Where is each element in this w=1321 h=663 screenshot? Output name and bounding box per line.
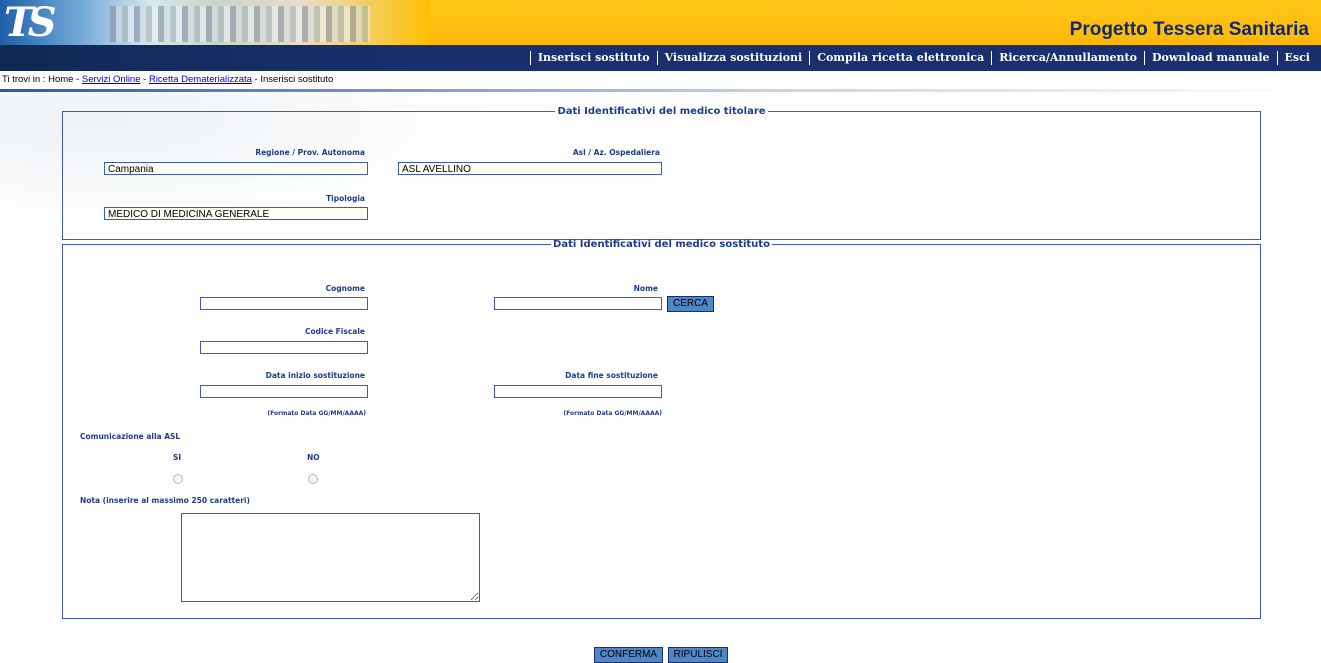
nav-inserisci-sostituto[interactable]: Inserisci sostituto bbox=[529, 51, 657, 65]
nav-esci[interactable]: Esci bbox=[1276, 51, 1317, 65]
main-nav: Inserisci sostituto Visualizza sostituzi… bbox=[0, 45, 1321, 71]
si-radio[interactable] bbox=[173, 474, 183, 484]
nav-ricerca-annullamento[interactable]: Ricerca/Annullamento bbox=[991, 51, 1144, 65]
nav-visualizza-sostituzioni[interactable]: Visualizza sostituzioni bbox=[656, 51, 810, 65]
site-title: Progetto Tessera Sanitaria bbox=[1069, 19, 1309, 40]
si-label: SI bbox=[173, 453, 182, 462]
no-label: NO bbox=[307, 453, 320, 462]
nome-input[interactable] bbox=[494, 297, 662, 310]
nota-label: Nota (inserire al massimo 250 caratteri) bbox=[80, 496, 250, 505]
breadcrumb-link-servizi-online[interactable]: Servizi Online bbox=[82, 74, 141, 85]
breadcrumb-link-ricetta-dematerializzata[interactable]: Ricetta Dematerializzata bbox=[149, 74, 252, 85]
regione-field[interactable]: Campania bbox=[104, 162, 368, 175]
data-inizio-label: Data inizio sostituzione bbox=[265, 371, 365, 380]
formato-fine-hint: (Formato Data GG/MM/AAAA) bbox=[563, 410, 662, 417]
nav-download-manuale[interactable]: Download manuale bbox=[1143, 51, 1277, 65]
ripulisci-button[interactable]: RIPULISCI bbox=[668, 647, 728, 663]
nota-textarea[interactable] bbox=[181, 513, 480, 602]
data-fine-label: Data fine sostituzione bbox=[565, 371, 658, 380]
legend-titolare: Dati Identificativi del medico titolare bbox=[557, 106, 766, 117]
asl-field[interactable]: ASL AVELLINO bbox=[398, 162, 662, 175]
legend-sostituto: Dati Identificativi del medico sostituto bbox=[553, 239, 770, 250]
codice-fiscale-label: Codice Fiscale bbox=[304, 327, 365, 336]
tipologia-label: Tipologia bbox=[326, 194, 365, 203]
cognome-input[interactable] bbox=[200, 297, 368, 310]
formato-inizio-hint: (Formato Data GG/MM/AAAA) bbox=[267, 410, 366, 417]
nome-label: Nome bbox=[633, 284, 658, 293]
breadcrumb: Ti trovi in : Home - Servizi Online - Ri… bbox=[2, 74, 334, 85]
nav-compila-ricetta[interactable]: Compila ricetta elettronica bbox=[809, 51, 991, 65]
no-radio[interactable] bbox=[308, 474, 318, 484]
tipologia-field[interactable]: MEDICO DI MEDICINA GENERALE bbox=[104, 207, 368, 220]
comunicazione-asl-label: Comunicazione alla ASL bbox=[80, 432, 181, 441]
regione-label: Regione / Prov. Autonoma bbox=[255, 148, 365, 157]
conferma-button[interactable]: CONFERMA bbox=[594, 647, 663, 663]
pharmacy-shelves-image bbox=[110, 6, 370, 42]
data-fine-input[interactable] bbox=[494, 385, 662, 398]
breadcrumb-current: Inserisci sostituto bbox=[260, 74, 334, 85]
ts-logo: TS bbox=[4, 0, 57, 46]
cognome-label: Cognome bbox=[325, 284, 365, 293]
data-inizio-input[interactable] bbox=[200, 385, 368, 398]
codice-fiscale-input[interactable] bbox=[200, 341, 368, 354]
asl-label: Asl / Az. Ospedaliera bbox=[572, 148, 660, 157]
cerca-button[interactable]: CERCA bbox=[667, 296, 714, 312]
